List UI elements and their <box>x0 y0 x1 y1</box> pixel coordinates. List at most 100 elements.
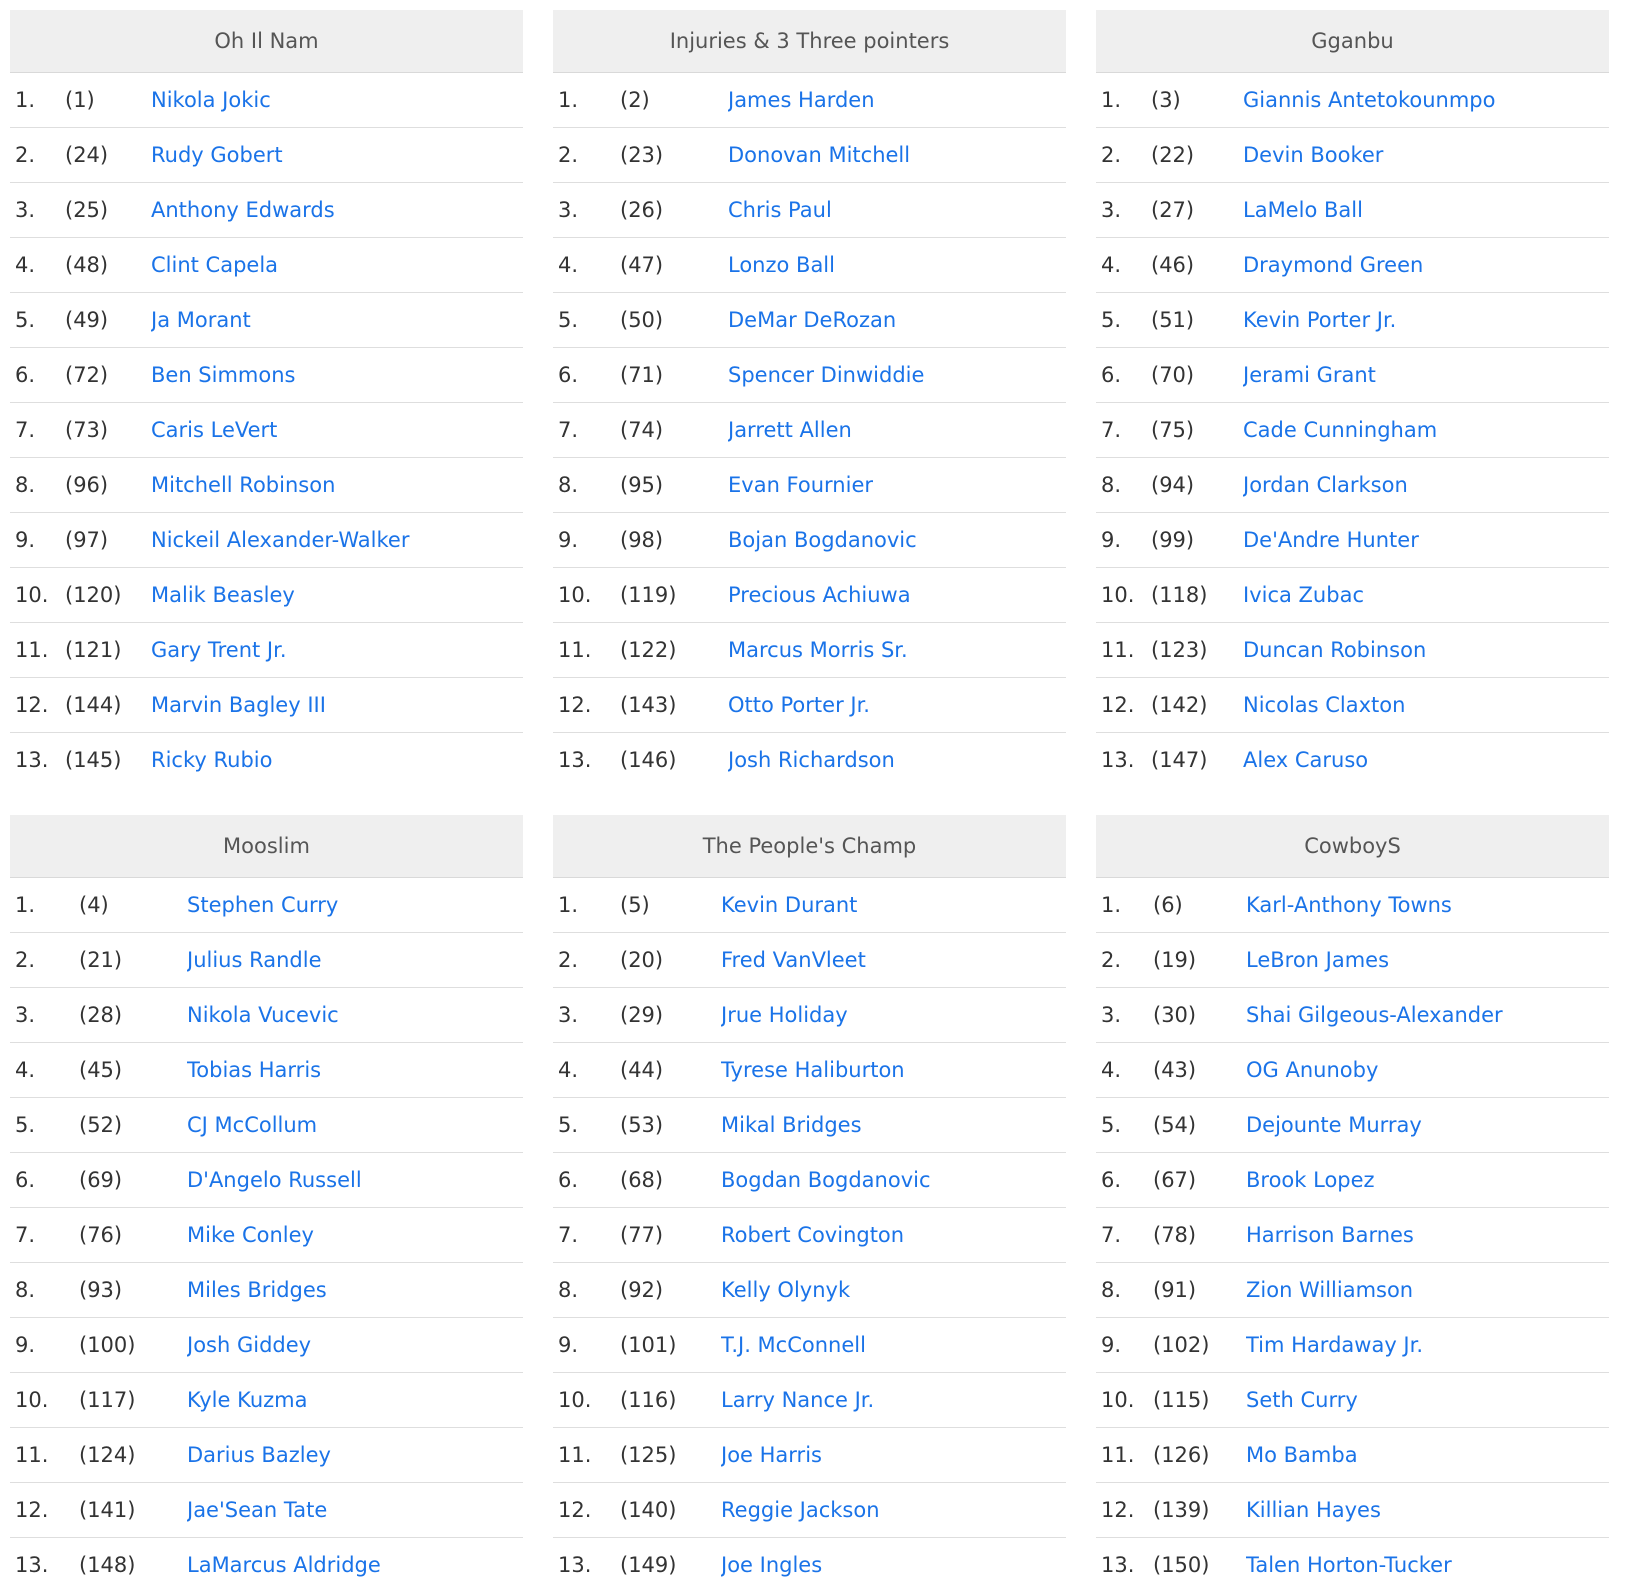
player-link[interactable]: De'Andre Hunter <box>1243 528 1419 552</box>
player-cell: Jerami Grant <box>1243 348 1609 403</box>
player-link[interactable]: D'Angelo Russell <box>187 1168 362 1192</box>
overall-pick-number: (119) <box>620 568 728 623</box>
player-link[interactable]: Chris Paul <box>728 198 832 222</box>
player-link[interactable]: Jerami Grant <box>1243 363 1376 387</box>
player-link[interactable]: LeBron James <box>1246 948 1389 972</box>
player-link[interactable]: Jrue Holiday <box>721 1003 848 1027</box>
player-link[interactable]: Marcus Morris Sr. <box>728 638 908 662</box>
player-link[interactable]: Mitchell Robinson <box>151 473 335 497</box>
round-number: 9. <box>553 1318 620 1373</box>
pick-row: 2.(21)Julius Randle <box>10 933 523 988</box>
player-link[interactable]: Nikola Vucevic <box>187 1003 339 1027</box>
player-link[interactable]: Evan Fournier <box>728 473 873 497</box>
player-link[interactable]: Nicolas Claxton <box>1243 693 1405 717</box>
round-number: 5. <box>10 1098 79 1153</box>
player-link[interactable]: Spencer Dinwiddie <box>728 363 924 387</box>
player-link[interactable]: Ricky Rubio <box>151 748 272 772</box>
player-link[interactable]: Joe Ingles <box>721 1553 822 1577</box>
player-link[interactable]: Donovan Mitchell <box>728 143 910 167</box>
player-link[interactable]: James Harden <box>728 88 875 112</box>
player-link[interactable]: Clint Capela <box>151 253 278 277</box>
player-link[interactable]: Reggie Jackson <box>721 1498 880 1522</box>
player-link[interactable]: Josh Richardson <box>728 748 895 772</box>
player-link[interactable]: Jae'Sean Tate <box>187 1498 327 1522</box>
player-link[interactable]: Seth Curry <box>1246 1388 1358 1412</box>
player-link[interactable]: Jarrett Allen <box>728 418 852 442</box>
round-number: 10. <box>553 568 620 623</box>
overall-pick-number: (71) <box>620 348 728 403</box>
overall-pick-number: (142) <box>1151 678 1243 733</box>
player-link[interactable]: Josh Giddey <box>187 1333 311 1357</box>
player-link[interactable]: Otto Porter Jr. <box>728 693 870 717</box>
player-link[interactable]: Tyrese Haliburton <box>721 1058 905 1082</box>
player-link[interactable]: Bojan Bogdanovic <box>728 528 917 552</box>
player-link[interactable]: Tim Hardaway Jr. <box>1246 1333 1423 1357</box>
team-name-header: The People's Champ <box>553 815 1066 878</box>
player-link[interactable]: Robert Covington <box>721 1223 904 1247</box>
player-link[interactable]: LaMelo Ball <box>1243 198 1363 222</box>
pick-row: 5.(51)Kevin Porter Jr. <box>1096 293 1609 348</box>
player-cell: Donovan Mitchell <box>728 128 1066 183</box>
player-link[interactable]: Ivica Zubac <box>1243 583 1364 607</box>
player-link[interactable]: Zion Williamson <box>1246 1278 1413 1302</box>
player-link[interactable]: Duncan Robinson <box>1243 638 1426 662</box>
player-link[interactable]: Karl-Anthony Towns <box>1246 893 1452 917</box>
player-link[interactable]: Nickeil Alexander-Walker <box>151 528 409 552</box>
player-link[interactable]: Stephen Curry <box>187 893 338 917</box>
player-link[interactable]: Alex Caruso <box>1243 748 1368 772</box>
player-link[interactable]: Tobias Harris <box>187 1058 321 1082</box>
player-link[interactable]: CJ McCollum <box>187 1113 317 1137</box>
player-link[interactable]: Jordan Clarkson <box>1243 473 1408 497</box>
player-link[interactable]: Giannis Antetokounmpo <box>1243 88 1495 112</box>
player-link[interactable]: Julius Randle <box>187 948 322 972</box>
player-link[interactable]: Kevin Porter Jr. <box>1243 308 1396 332</box>
player-link[interactable]: Malik Beasley <box>151 583 295 607</box>
player-link[interactable]: Miles Bridges <box>187 1278 327 1302</box>
player-link[interactable]: Anthony Edwards <box>151 198 335 222</box>
player-link[interactable]: Ben Simmons <box>151 363 296 387</box>
pick-row: 4.(47)Lonzo Ball <box>553 238 1066 293</box>
player-link[interactable]: Joe Harris <box>721 1443 822 1467</box>
player-link[interactable]: Cade Cunningham <box>1243 418 1437 442</box>
player-link[interactable]: Harrison Barnes <box>1246 1223 1414 1247</box>
player-link[interactable]: OG Anunoby <box>1246 1058 1378 1082</box>
player-link[interactable]: Caris LeVert <box>151 418 277 442</box>
player-link[interactable]: Fred VanVleet <box>721 948 866 972</box>
player-link[interactable]: Brook Lopez <box>1246 1168 1375 1192</box>
player-link[interactable]: Draymond Green <box>1243 253 1423 277</box>
player-link[interactable]: Bogdan Bogdanovic <box>721 1168 931 1192</box>
player-link[interactable]: Larry Nance Jr. <box>721 1388 874 1412</box>
round-number: 5. <box>1096 293 1151 348</box>
player-link[interactable]: Nikola Jokic <box>151 88 271 112</box>
team-table: The People's Champ 1.(5)Kevin Durant2.(2… <box>553 815 1066 1592</box>
player-link[interactable]: Kelly Olynyk <box>721 1278 850 1302</box>
player-link[interactable]: Kyle Kuzma <box>187 1388 307 1412</box>
player-link[interactable]: Marvin Bagley III <box>151 693 326 717</box>
player-link[interactable]: LaMarcus Aldridge <box>187 1553 381 1577</box>
overall-pick-number: (70) <box>1151 348 1243 403</box>
overall-pick-number: (123) <box>1151 623 1243 678</box>
player-link[interactable]: Killian Hayes <box>1246 1498 1381 1522</box>
player-link[interactable]: T.J. McConnell <box>721 1333 866 1357</box>
player-cell: Shai Gilgeous-Alexander <box>1246 988 1609 1043</box>
player-link[interactable]: DeMar DeRozan <box>728 308 896 332</box>
player-link[interactable]: Darius Bazley <box>187 1443 331 1467</box>
player-link[interactable]: Mo Bamba <box>1246 1443 1358 1467</box>
pick-row: 6.(72)Ben Simmons <box>10 348 523 403</box>
player-link[interactable]: Kevin Durant <box>721 893 857 917</box>
player-link[interactable]: Ja Morant <box>151 308 251 332</box>
player-link[interactable]: Mike Conley <box>187 1223 314 1247</box>
player-cell: Reggie Jackson <box>721 1483 1066 1538</box>
player-link[interactable]: Mikal Bridges <box>721 1113 862 1137</box>
player-link[interactable]: Precious Achiuwa <box>728 583 911 607</box>
pick-row: 4.(43)OG Anunoby <box>1096 1043 1609 1098</box>
pick-row: 8.(91)Zion Williamson <box>1096 1263 1609 1318</box>
player-link[interactable]: Rudy Gobert <box>151 143 283 167</box>
player-link[interactable]: Lonzo Ball <box>728 253 835 277</box>
player-link[interactable]: Gary Trent Jr. <box>151 638 287 662</box>
player-link[interactable]: Talen Horton-Tucker <box>1246 1553 1452 1577</box>
player-link[interactable]: Dejounte Murray <box>1246 1113 1422 1137</box>
player-link[interactable]: Shai Gilgeous-Alexander <box>1246 1003 1503 1027</box>
overall-pick-number: (143) <box>620 678 728 733</box>
player-link[interactable]: Devin Booker <box>1243 143 1383 167</box>
